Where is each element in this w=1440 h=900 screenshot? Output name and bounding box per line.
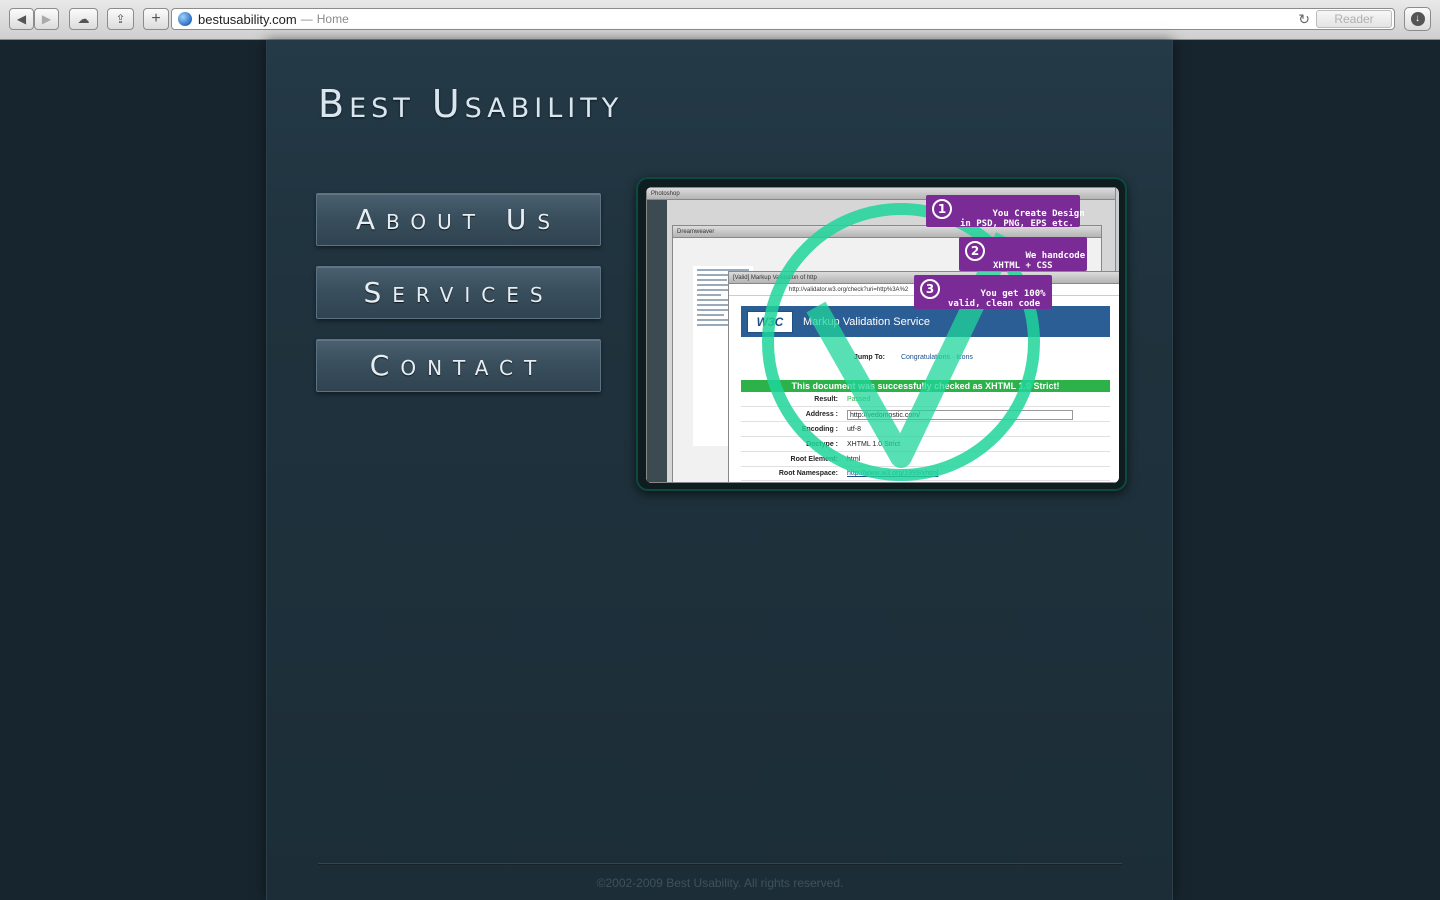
downloads-button[interactable]: ↓ [1404, 7, 1431, 31]
browser-toolbar: ◀ ▶ ☁ ⇪ + bestusability.com — Home ↻ Rea… [0, 0, 1440, 40]
nav-contact-button[interactable]: Contact [316, 339, 601, 392]
download-icon: ↓ [1410, 12, 1425, 26]
footer-copyright: ©2002-2009 Best Usability. All rights re… [596, 876, 844, 890]
share-icon: ⇪ [115, 12, 126, 26]
step-number: 2 [965, 241, 985, 261]
callout-step-1: 1 You Create Design in PSD, PNG, EPS etc. [926, 195, 1085, 229]
feature-illustration: Photoshop Dreamweaver [Valid] Markup Val… [636, 177, 1127, 491]
callout-text: You get 100% valid, clean code [948, 289, 1046, 309]
nav-services-button[interactable]: Services [316, 266, 601, 319]
address-page-title: Home [316, 12, 349, 26]
reload-icon[interactable]: ↻ [1298, 11, 1310, 28]
callout-step-2: 2 We handcode XHTML + CSS [959, 237, 1087, 271]
address-bar[interactable]: bestusability.com — Home ↻ Reader [171, 8, 1395, 30]
share-button[interactable]: ⇪ [107, 8, 134, 30]
callout-text: We handcode XHTML + CSS [993, 251, 1086, 271]
photoshop-tools-panel [647, 200, 667, 482]
back-button[interactable]: ◀ [9, 8, 34, 30]
cloud-icon: ☁ [77, 12, 90, 26]
callout-step-3: 3 You get 100% valid, clean code [914, 275, 1052, 309]
site-logo[interactable]: Best Usability [318, 82, 623, 126]
step-number: 1 [932, 199, 952, 219]
new-tab-button[interactable]: + [143, 8, 169, 30]
nav-about-us-button[interactable]: About Us [316, 193, 601, 246]
footer-divider [318, 863, 1122, 865]
forward-button[interactable]: ▶ [34, 8, 59, 30]
address-separator: — [300, 12, 313, 26]
icloud-tabs-button[interactable]: ☁ [69, 8, 98, 30]
globe-icon [178, 12, 192, 26]
callout-text: You Create Design in PSD, PNG, EPS etc. [960, 209, 1085, 229]
address-url: bestusability.com [198, 11, 297, 27]
step-number: 3 [920, 279, 940, 299]
reader-button[interactable]: Reader [1316, 10, 1392, 28]
feature-screenshot-collage: Photoshop Dreamweaver [Valid] Markup Val… [646, 187, 1119, 483]
